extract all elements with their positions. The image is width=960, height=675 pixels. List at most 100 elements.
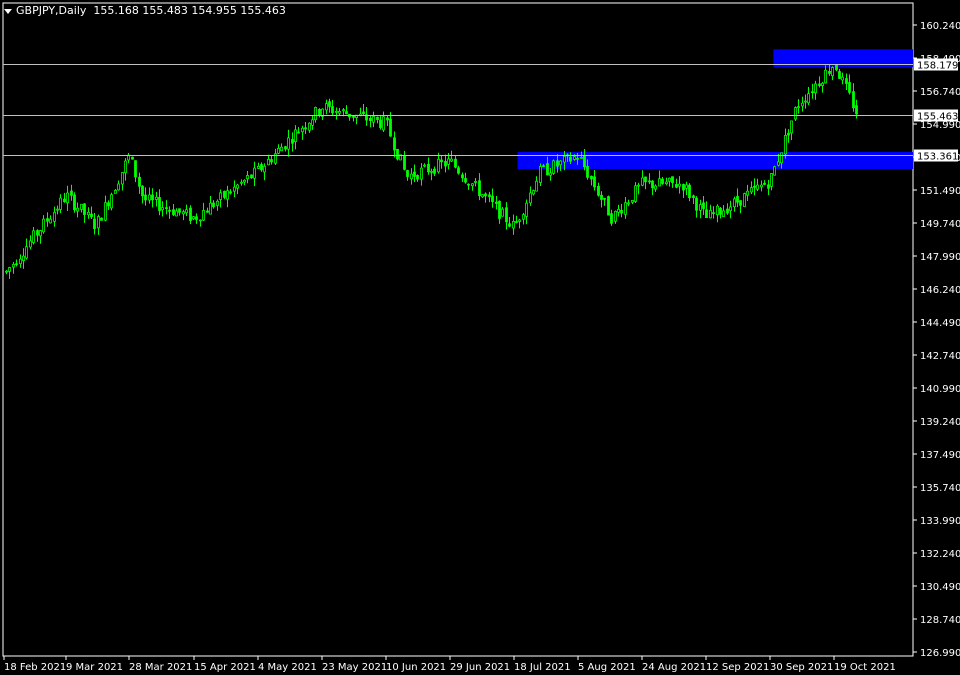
candle-body [396,148,399,160]
candle-body [695,197,698,211]
candle-body [678,183,681,187]
candle-body [675,184,678,188]
candle-body [433,168,436,174]
candle-body [36,230,39,236]
candle-body [634,185,637,202]
candle-body [216,200,219,206]
candle-body [535,180,538,192]
candle-body [580,157,583,159]
candle-body [223,190,226,198]
price-tag-label: 155.463 [917,112,958,123]
candle-body [498,200,501,219]
candle-body [797,106,800,109]
candle-body [15,263,18,266]
candle-body [719,207,722,215]
candle-body [53,211,56,222]
candle-body [131,156,134,160]
candle-body [746,190,749,196]
candle-body [518,219,521,222]
candle-body [668,177,671,182]
candle-body [372,116,375,123]
candle-body [107,202,110,207]
candle-body [410,173,413,180]
y-tick-label: 135.740 [920,483,960,494]
candle-body [257,165,260,169]
candle-body [46,218,49,222]
candle-body [165,207,168,210]
candle-body [308,122,311,131]
candle-body [685,184,688,189]
candle-body [376,116,379,120]
candle-body [556,160,559,167]
candle-body [620,209,623,214]
candle-body [93,218,96,230]
price-chart[interactable]: 160.240158.490156.740154.990153.240151.4… [0,0,960,675]
candle-body [688,184,691,199]
candle-body [304,127,307,130]
candle-body [250,174,253,179]
candle-body [29,240,32,248]
candle-body [848,82,851,93]
candle-body [144,194,147,201]
candle-body [549,172,552,176]
candle-body [624,202,627,215]
candle-body [767,184,770,189]
candle-body [219,192,222,200]
candle-body [838,71,841,79]
candle-body [141,185,144,197]
candle-body [760,184,763,188]
candle-body [172,209,175,215]
candle-body [852,91,855,109]
candle-body [794,107,797,120]
candle-body [682,184,685,191]
candle-body [614,210,617,222]
candle-body [790,120,793,134]
candle-body [291,139,294,144]
y-tick-label: 146.240 [920,285,960,296]
candle-body [464,178,467,183]
candle-body [467,183,470,186]
candle-body [607,196,610,216]
candle-body [573,156,576,160]
candle-body [83,203,86,215]
x-tick-label: 23 May 2021 [322,662,387,673]
candle-body [158,197,161,211]
candle-body [49,218,52,224]
candle-body [699,204,702,211]
candle-body [335,110,338,113]
candle-body [722,210,725,217]
candle-body [314,107,317,121]
candle-body [447,158,450,165]
y-tick-label: 147.990 [920,252,960,263]
candle-body [763,182,766,185]
candle-body [182,211,185,215]
candle-body [539,166,542,183]
candle-body [229,191,232,194]
candle-body [505,207,508,223]
candle-body [597,185,600,196]
candle-body [532,190,535,195]
candle-body [192,216,195,220]
candle-body [671,176,674,184]
candle-body [382,116,385,131]
candle-body [331,106,334,114]
candle-body [586,166,589,178]
candle-body [403,155,406,170]
candle-body [267,158,270,166]
candle-body [352,115,355,118]
candle-body [454,158,457,168]
candle-body [260,164,263,171]
candle-body [658,178,661,187]
candle-body [413,171,416,177]
candle-body [318,108,321,116]
candle-body [369,117,372,121]
candle-body [246,175,249,180]
candle-body [804,100,807,103]
candle-body [345,111,348,115]
candle-body [277,147,280,154]
x-tick-label: 10 Jun 2021 [386,662,446,673]
candle-body [427,163,430,173]
candle-body [583,155,586,168]
candle-body [648,180,651,183]
candle-body [726,208,729,214]
